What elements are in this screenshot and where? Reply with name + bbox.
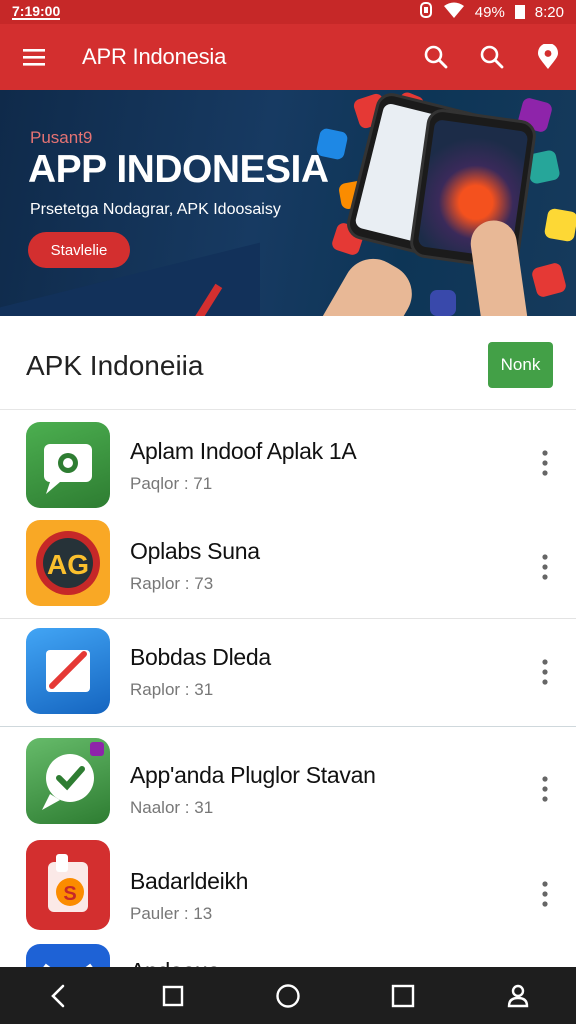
floating-app-icon: [543, 207, 576, 243]
svg-text:S: S: [63, 883, 76, 905]
chat-bubble-icon: [26, 422, 110, 508]
app-meta: Raplor : 73: [130, 574, 214, 593]
app-name: App'anda Pluglor Stavan: [130, 762, 376, 788]
section-action-button[interactable]: Nonk: [488, 342, 553, 388]
section-header: APK Indoneiia Nonk: [0, 316, 576, 410]
list-item[interactable]: Bobdas Dleda Raplor : 31: [0, 622, 576, 728]
list-item[interactable]: Aplam Indoof Aplak 1A Paqlor : 71: [0, 410, 576, 516]
divider: [0, 618, 576, 619]
search-icon[interactable]: [408, 24, 464, 90]
app-name: Bobdas Dleda: [130, 644, 271, 670]
wifi-icon: [443, 2, 465, 22]
edit-note-icon: [26, 628, 110, 714]
profile-icon[interactable]: [488, 967, 548, 1024]
promo-banner[interactable]: Pusant9 APP INDONESIA Prsetetga Nodagrar…: [0, 90, 576, 316]
location-pin-icon[interactable]: [520, 24, 576, 90]
app-name: Aplam Indoof Aplak 1A: [130, 438, 357, 464]
status-bar: 7:19:00 49% 8:20: [0, 0, 576, 24]
system-nav-bar: [0, 967, 576, 1024]
banner-headline: APP INDONESIA: [28, 148, 329, 191]
banner-kicker: Pusant9: [30, 128, 93, 147]
floating-app-icon: [315, 127, 349, 161]
status-left-time: 7:19:00: [12, 3, 61, 20]
floating-app-icon: [530, 261, 568, 299]
list-item[interactable]: S Badarldeikh Pauler : 13: [0, 838, 576, 944]
hand-illustration: [307, 247, 423, 316]
menu-icon[interactable]: [0, 24, 68, 90]
banner-subtitle: Prsetetga Nodagrar, APK Idoosaisy: [30, 201, 281, 218]
home-circle-icon[interactable]: [258, 967, 318, 1024]
banner-cta-button[interactable]: Stavlelie: [28, 232, 130, 268]
battery-icon: [514, 5, 525, 19]
app-meta: Pauler : 13: [130, 904, 213, 923]
more-vert-icon[interactable]: [530, 547, 560, 587]
app-name: Badarldeikh: [130, 868, 249, 894]
more-vert-icon[interactable]: [530, 443, 560, 483]
divider: [0, 726, 576, 727]
status-time: 8:20: [534, 3, 564, 21]
app-meta: Raplor : 31: [130, 680, 214, 699]
app-bar: APR Indonesia: [0, 24, 576, 90]
nfc-icon: [419, 2, 433, 22]
app-meta: Paqlor : 71: [130, 474, 213, 493]
app-name: Oplabs Suna: [130, 538, 260, 564]
more-vert-icon[interactable]: [530, 769, 560, 809]
section-heading: APK Indoneiia: [26, 350, 204, 381]
hand-illustration: [467, 217, 535, 316]
recents-square-icon[interactable]: [373, 967, 433, 1024]
message-check-icon: [26, 738, 110, 824]
ag-logo-icon: AG: [26, 520, 110, 606]
search-icon-secondary[interactable]: [464, 24, 520, 90]
square-icon[interactable]: [143, 967, 203, 1024]
app-title: APR Indonesia: [82, 44, 227, 69]
more-vert-icon[interactable]: [530, 652, 560, 692]
more-vert-icon[interactable]: [530, 874, 560, 914]
app-meta: Naalor : 31: [130, 798, 214, 817]
battery-percent: 49%: [474, 3, 505, 21]
svg-text:AG: AG: [47, 549, 89, 580]
back-icon[interactable]: [28, 967, 88, 1024]
list-item[interactable]: App'anda Pluglor Stavan Naalor : 31: [0, 732, 576, 838]
shopping-bag-icon: S: [26, 840, 110, 930]
floating-app-icon: [430, 290, 456, 316]
list-item[interactable]: AG Oplabs Suna Raplor : 73: [0, 516, 576, 622]
